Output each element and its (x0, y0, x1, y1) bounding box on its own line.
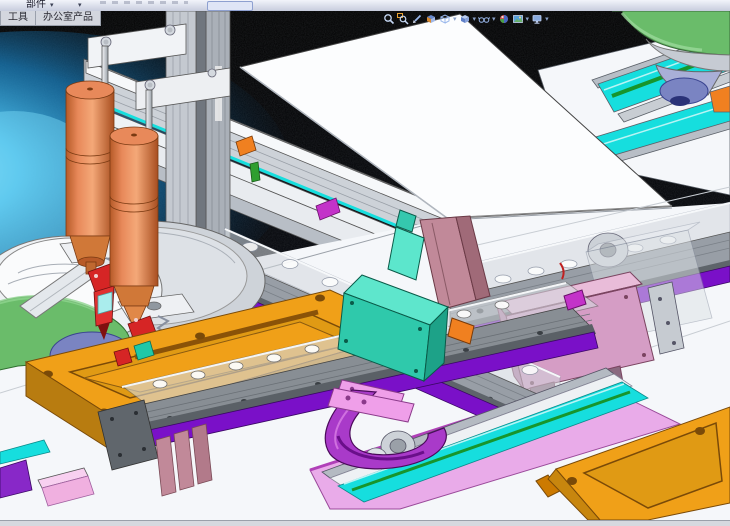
view-orientation-caret[interactable]: ▾ (453, 12, 457, 27)
section-view-icon[interactable] (424, 12, 438, 27)
tab-tools[interactable]: 工具 (0, 11, 36, 26)
toolbar-dropdown-caret-2[interactable]: ▾ (78, 0, 82, 11)
headsup-view-toolbar: ▾ ▾ ▾ ▾ ▾ (382, 11, 550, 27)
view-settings-caret[interactable]: ▾ (545, 12, 549, 27)
scene-canvas (0, 11, 730, 520)
zoom-to-area-icon[interactable] (396, 12, 410, 27)
tab-office-products[interactable]: 办公室产品 (36, 11, 101, 26)
zoom-to-fit-icon[interactable] (382, 12, 396, 27)
view-orientation-icon[interactable] (438, 12, 452, 27)
hide-show-items-icon[interactable] (477, 12, 491, 27)
viewport-3d[interactable]: 工具 办公室产品 ▾ ▾ ▾ ▾ ▾ (0, 11, 730, 520)
status-bar (0, 520, 730, 526)
toolbar-clipped-buttons (100, 1, 188, 4)
display-style-icon[interactable] (458, 12, 472, 27)
commandmanager-tabs: 工具 办公室产品 (0, 11, 101, 26)
toolbar-dropdown-caret-1[interactable]: ▾ (50, 0, 54, 11)
apply-scene-caret[interactable]: ▾ (526, 12, 530, 27)
display-style-caret[interactable]: ▾ (473, 12, 477, 27)
previous-view-icon[interactable] (410, 12, 424, 27)
edit-appearance-icon[interactable] (497, 12, 511, 27)
solidworks-window: 部件 ▾ ▾ 工具 办公室产品 ▾ ▾ ▾ ▾ ▾ (0, 0, 730, 526)
toolbar-highlighted-button[interactable] (207, 1, 253, 11)
suction-cylinder-1 (66, 90, 114, 236)
suction-cylinder-2 (110, 136, 158, 286)
green-fitting (250, 162, 260, 182)
view-settings-icon[interactable] (530, 12, 544, 27)
assembly-toolbar-label: 部件 (26, 0, 46, 11)
hide-show-items-caret[interactable]: ▾ (492, 12, 496, 27)
apply-scene-icon[interactable] (511, 12, 525, 27)
